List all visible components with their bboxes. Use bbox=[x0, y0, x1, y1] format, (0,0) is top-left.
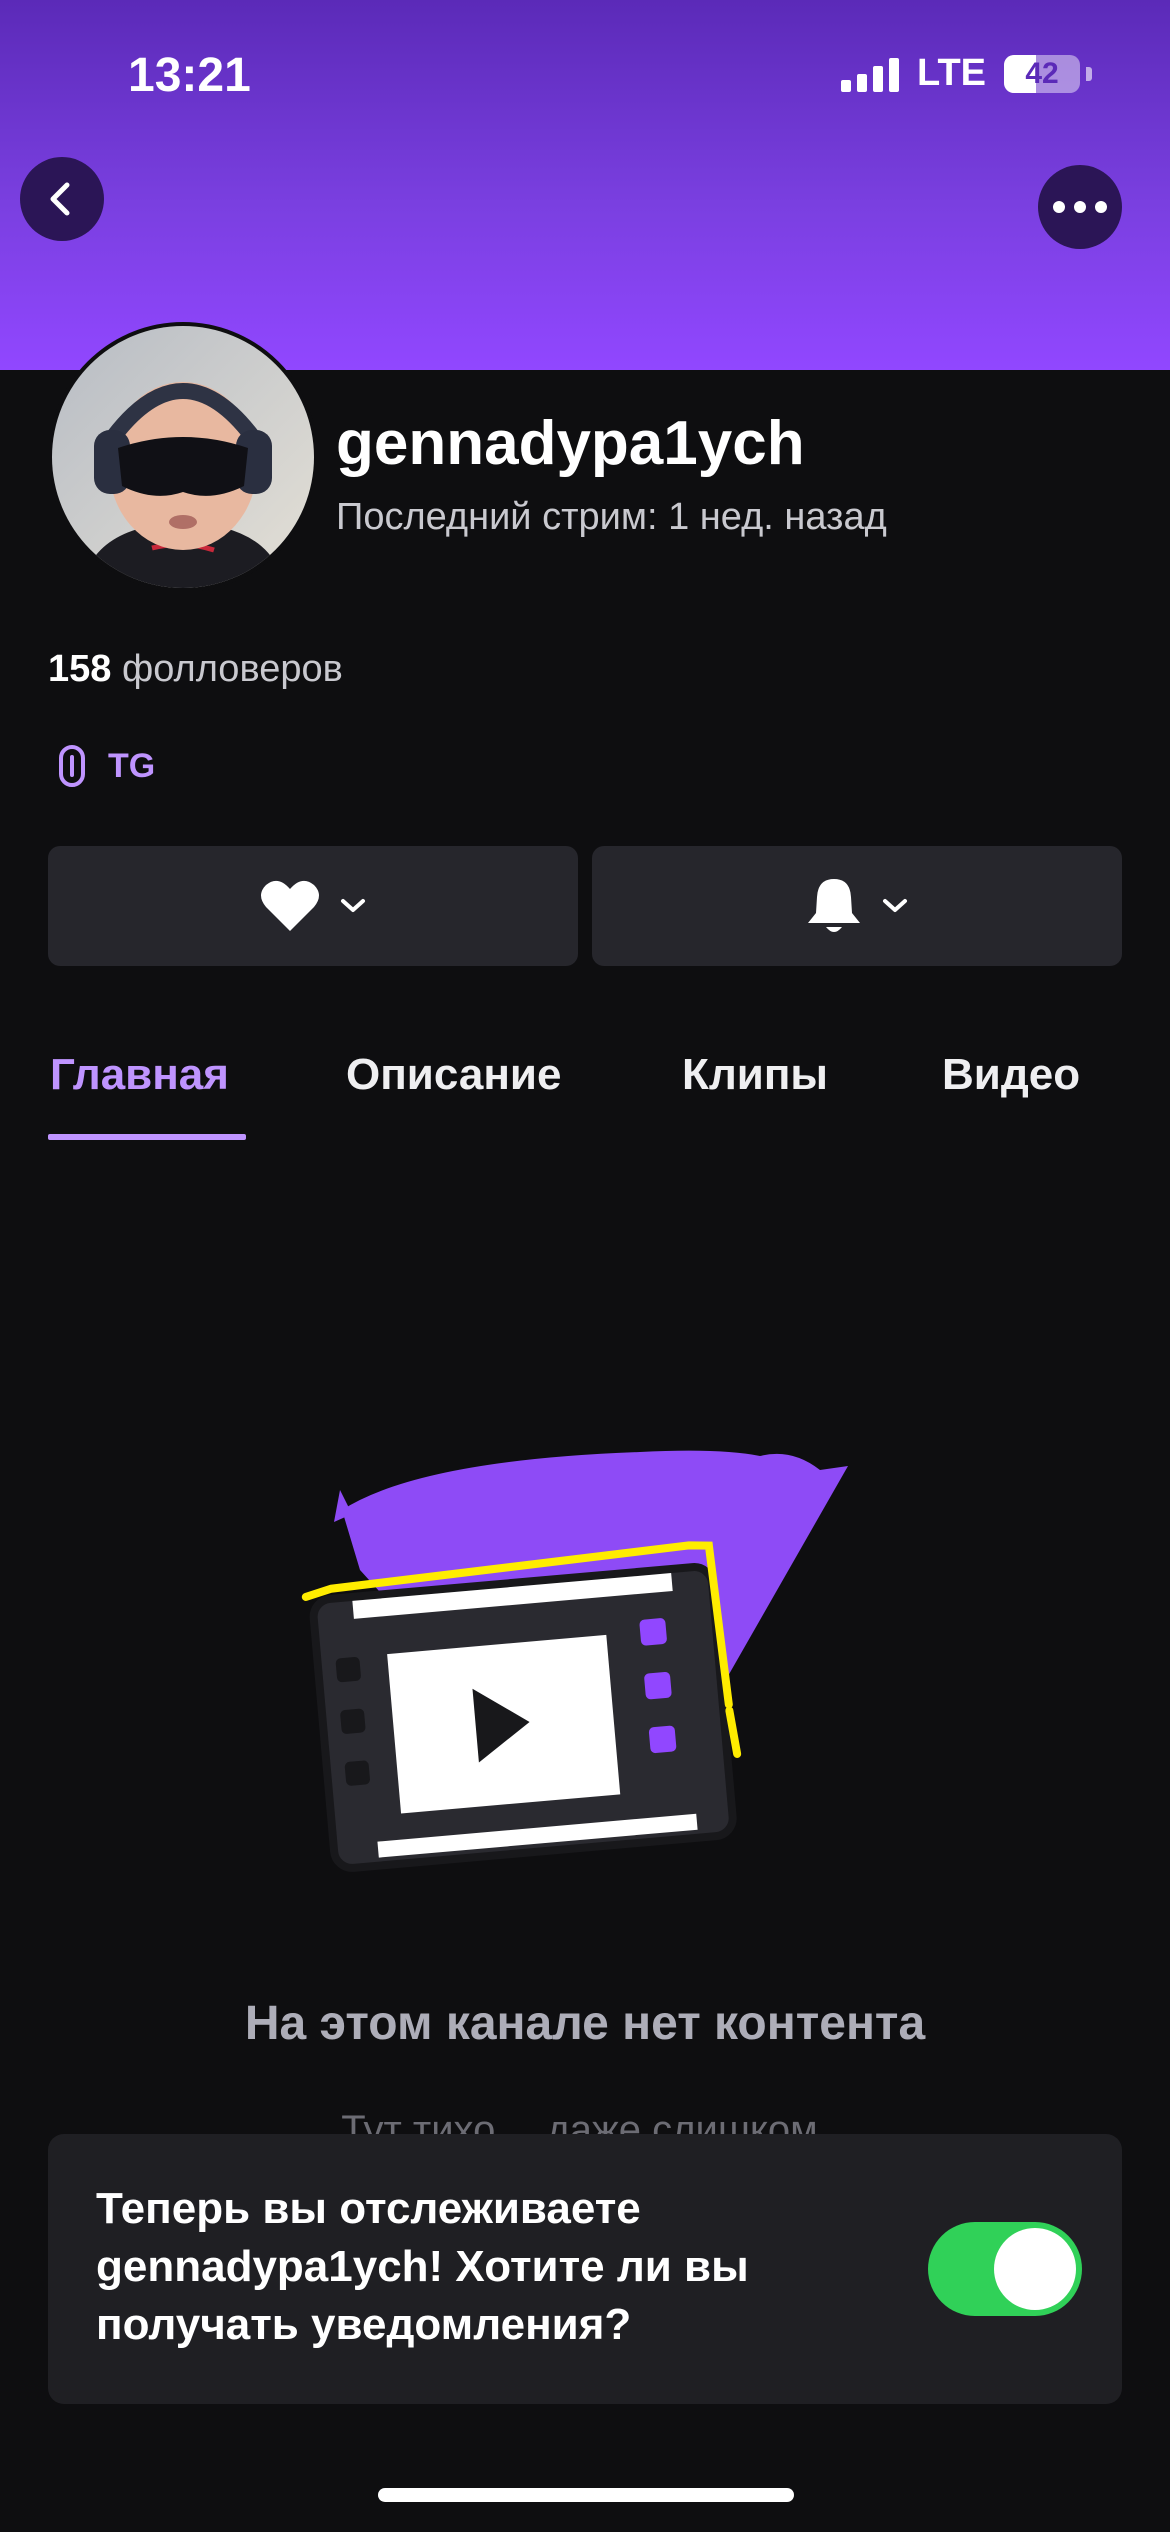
last-stream-info: Последний стрим: 1 нед. назад bbox=[336, 496, 887, 538]
follow-button[interactable] bbox=[48, 846, 578, 966]
notifications-toggle[interactable] bbox=[928, 2222, 1082, 2316]
empty-state-title: На этом канале нет контента bbox=[244, 1997, 926, 2050]
tab-about[interactable]: Описание bbox=[346, 1050, 561, 1100]
battery-percent: 42 bbox=[1025, 56, 1059, 90]
social-link-label: TG bbox=[108, 746, 156, 785]
followers-number: 158 bbox=[48, 648, 112, 690]
battery-icon: 42 bbox=[1004, 54, 1080, 93]
status-indicators: LTE 42 bbox=[841, 52, 1092, 95]
toggle-knob bbox=[994, 2228, 1076, 2310]
home-indicator[interactable] bbox=[378, 2488, 794, 2502]
chevron-down-icon bbox=[883, 899, 907, 912]
follow-notification-toast: Теперь вы отслеживаете gennadypa1ych! Хо… bbox=[48, 2134, 1122, 2404]
tab-home[interactable]: Главная bbox=[50, 1050, 229, 1100]
notifications-button[interactable] bbox=[592, 846, 1122, 966]
network-type: LTE bbox=[917, 52, 986, 94]
social-link-tg[interactable]: TG bbox=[54, 744, 155, 788]
heart-icon bbox=[261, 880, 319, 931]
back-button[interactable] bbox=[20, 157, 104, 241]
bell-icon bbox=[808, 879, 860, 932]
toast-message: Теперь вы отслеживаете gennadypa1ych! Хо… bbox=[96, 2184, 749, 2349]
channel-tabs: Главная Описание Клипы Видео bbox=[48, 1050, 1148, 1140]
active-tab-indicator bbox=[48, 1134, 246, 1140]
channel-avatar[interactable] bbox=[48, 322, 318, 592]
channel-username: gennadypa1ych bbox=[336, 409, 805, 478]
chevron-left-icon bbox=[50, 182, 70, 216]
tab-videos[interactable]: Видео bbox=[942, 1050, 1080, 1100]
more-options-button[interactable] bbox=[1038, 165, 1122, 249]
followers-count: 158 фолловеров bbox=[48, 648, 343, 691]
link-icon bbox=[59, 745, 85, 787]
tab-clips[interactable]: Клипы bbox=[682, 1050, 828, 1100]
followers-label: фолловеров bbox=[121, 648, 343, 690]
chevron-down-icon bbox=[341, 899, 365, 912]
more-horizontal-icon bbox=[1053, 201, 1107, 213]
signal-strength-icon bbox=[841, 56, 900, 92]
avatar-image bbox=[52, 326, 314, 588]
status-time: 13:21 bbox=[128, 49, 251, 102]
empty-content-illustration bbox=[301, 1450, 848, 1872]
